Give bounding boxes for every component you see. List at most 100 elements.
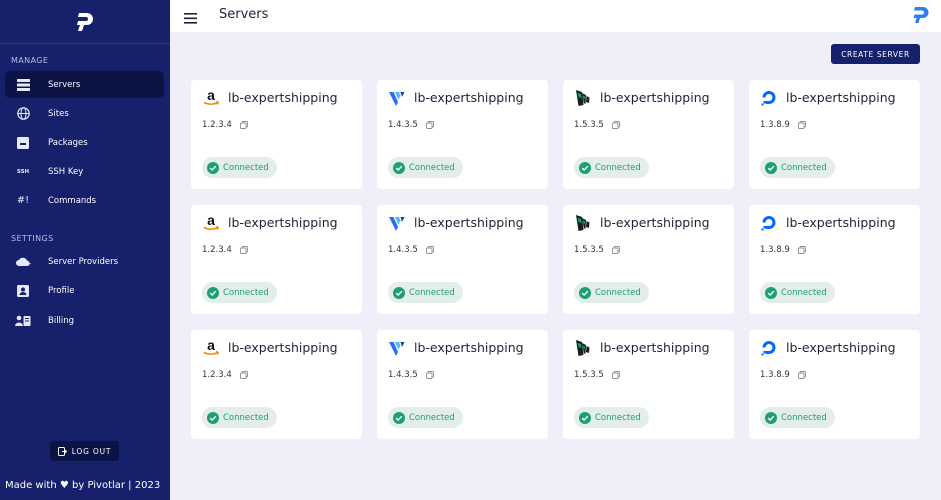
status-text: Connected bbox=[595, 412, 641, 423]
check-circle-icon bbox=[393, 162, 405, 174]
sidebar-item-label: SSH Key bbox=[48, 166, 84, 177]
server-ip-text: 1.2.3.4 bbox=[202, 370, 232, 380]
profile-icon bbox=[11, 283, 35, 299]
ssh-icon: SSH bbox=[16, 168, 30, 175]
server-ip: 1.2.3.4 bbox=[202, 120, 248, 130]
sidebar-item-label: Commands bbox=[48, 195, 97, 206]
sidebar-item-sites[interactable]: Sites bbox=[5, 100, 164, 127]
sidebar-item-billing[interactable]: Billing bbox=[5, 307, 164, 334]
copy-icon[interactable] bbox=[240, 371, 248, 379]
pivotlar-brand-icon[interactable] bbox=[911, 5, 931, 29]
server-name: lb-expertshipping bbox=[228, 90, 338, 105]
check-circle-icon bbox=[579, 162, 591, 174]
server-ip: 1.2.3.4 bbox=[202, 245, 248, 255]
server-ip: 1.2.3.4 bbox=[202, 370, 248, 380]
server-card[interactable]: lb-expertshipping 1.3.8.9 Connected bbox=[749, 330, 920, 439]
copy-icon[interactable] bbox=[612, 121, 620, 129]
sidebar-item-servers[interactable]: Servers bbox=[5, 71, 164, 98]
package-icon bbox=[11, 135, 35, 151]
status-text: Connected bbox=[223, 162, 269, 173]
check-circle-icon bbox=[207, 162, 219, 174]
digitalocean-icon bbox=[760, 339, 778, 357]
status-text: Connected bbox=[595, 162, 641, 173]
check-circle-icon bbox=[393, 287, 405, 299]
copy-icon[interactable] bbox=[240, 121, 248, 129]
status-badge: Connected bbox=[574, 407, 649, 428]
server-card[interactable]: lb-expertshipping 1.4.3.5 Connected bbox=[377, 330, 548, 439]
server-card[interactable]: lb-expertshipping 1.5.3.5 Connected bbox=[563, 205, 734, 314]
check-circle-icon bbox=[579, 412, 591, 424]
server-ip-text: 1.5.3.5 bbox=[574, 245, 604, 255]
status-badge: Connected bbox=[760, 407, 835, 428]
vultr-icon bbox=[388, 339, 406, 357]
server-name: lb-expertshipping bbox=[228, 340, 338, 355]
sidebar-item-ssh-key[interactable]: SSH SSH Key bbox=[5, 158, 164, 185]
check-circle-icon bbox=[765, 412, 777, 424]
status-text: Connected bbox=[781, 412, 827, 423]
server-card[interactable]: lb-expertshipping 1.3.8.9 Connected bbox=[749, 205, 920, 314]
sidebar-item-label: Billing bbox=[48, 315, 75, 326]
server-ip-text: 1.3.8.9 bbox=[760, 120, 790, 130]
server-card[interactable]: lb-expertshipping 1.5.3.5 Connected bbox=[563, 330, 734, 439]
status-badge: Connected bbox=[574, 157, 649, 178]
copy-icon[interactable] bbox=[426, 371, 434, 379]
server-ip: 1.3.8.9 bbox=[760, 120, 806, 130]
sidebar-item-packages[interactable]: Packages bbox=[5, 129, 164, 156]
sidebar-item-label: Profile bbox=[48, 285, 75, 296]
amazon-icon bbox=[202, 214, 220, 232]
footer-suffix: by Pivotlar | 2023 bbox=[72, 480, 161, 491]
server-card[interactable]: lb-expertshipping 1.2.3.4 Connected bbox=[191, 330, 362, 439]
sidebar-item-server-providers[interactable]: Server Providers bbox=[5, 248, 164, 275]
status-badge: Connected bbox=[202, 407, 277, 428]
logout-button[interactable]: LOG OUT bbox=[50, 441, 119, 461]
server-ip: 1.5.3.5 bbox=[574, 370, 620, 380]
server-ip: 1.3.8.9 bbox=[760, 370, 806, 380]
server-ip: 1.4.3.5 bbox=[388, 120, 434, 130]
copy-icon[interactable] bbox=[798, 246, 806, 254]
server-ip-text: 1.3.8.9 bbox=[760, 370, 790, 380]
check-circle-icon bbox=[765, 162, 777, 174]
copy-icon[interactable] bbox=[426, 121, 434, 129]
sidebar-item-commands[interactable]: #! Commands bbox=[5, 187, 164, 214]
server-card[interactable]: lb-expertshipping 1.4.3.5 Connected bbox=[377, 80, 548, 189]
hamburger-menu-icon[interactable] bbox=[184, 9, 200, 24]
copy-icon[interactable] bbox=[426, 246, 434, 254]
section-title-manage: MANAGE bbox=[11, 56, 49, 65]
copy-icon[interactable] bbox=[240, 246, 248, 254]
copy-icon[interactable] bbox=[798, 121, 806, 129]
pivotlar-logo-icon bbox=[77, 12, 93, 31]
check-circle-icon bbox=[579, 287, 591, 299]
digitalocean-icon bbox=[760, 214, 778, 232]
check-circle-icon bbox=[207, 412, 219, 424]
server-name: lb-expertshipping bbox=[414, 90, 524, 105]
vultr-icon bbox=[388, 214, 406, 232]
server-card[interactable]: lb-expertshipping 1.5.3.5 Connected bbox=[563, 80, 734, 189]
copy-icon[interactable] bbox=[798, 371, 806, 379]
copy-icon[interactable] bbox=[612, 246, 620, 254]
linode-icon bbox=[574, 89, 592, 107]
server-card[interactable]: lb-expertshipping 1.4.3.5 Connected bbox=[377, 205, 548, 314]
digitalocean-icon bbox=[760, 89, 778, 107]
server-card[interactable]: lb-expertshipping 1.2.3.4 Connected bbox=[191, 80, 362, 189]
footer-credit: Made with ♥ by Pivotlar | 2023 bbox=[5, 480, 160, 491]
server-card[interactable]: lb-expertshipping 1.3.8.9 Connected bbox=[749, 80, 920, 189]
server-name: lb-expertshipping bbox=[786, 340, 896, 355]
status-badge: Connected bbox=[760, 282, 835, 303]
app-logo[interactable] bbox=[0, 0, 170, 44]
footer-prefix: Made with bbox=[5, 480, 57, 491]
copy-icon[interactable] bbox=[612, 371, 620, 379]
check-circle-icon bbox=[765, 287, 777, 299]
server-ip-text: 1.5.3.5 bbox=[574, 370, 604, 380]
status-text: Connected bbox=[781, 287, 827, 298]
linode-icon bbox=[574, 214, 592, 232]
create-server-button[interactable]: CREATE SERVER bbox=[831, 44, 920, 64]
server-ip-text: 1.5.3.5 bbox=[574, 120, 604, 130]
amazon-icon bbox=[202, 339, 220, 357]
server-name: lb-expertshipping bbox=[414, 215, 524, 230]
sidebar-item-profile[interactable]: Profile bbox=[5, 277, 164, 304]
server-card[interactable]: lb-expertshipping 1.2.3.4 Connected bbox=[191, 205, 362, 314]
status-badge: Connected bbox=[388, 282, 463, 303]
terminal-icon: #! bbox=[16, 195, 30, 206]
server-name: lb-expertshipping bbox=[600, 340, 710, 355]
logout-label: LOG OUT bbox=[71, 446, 112, 456]
